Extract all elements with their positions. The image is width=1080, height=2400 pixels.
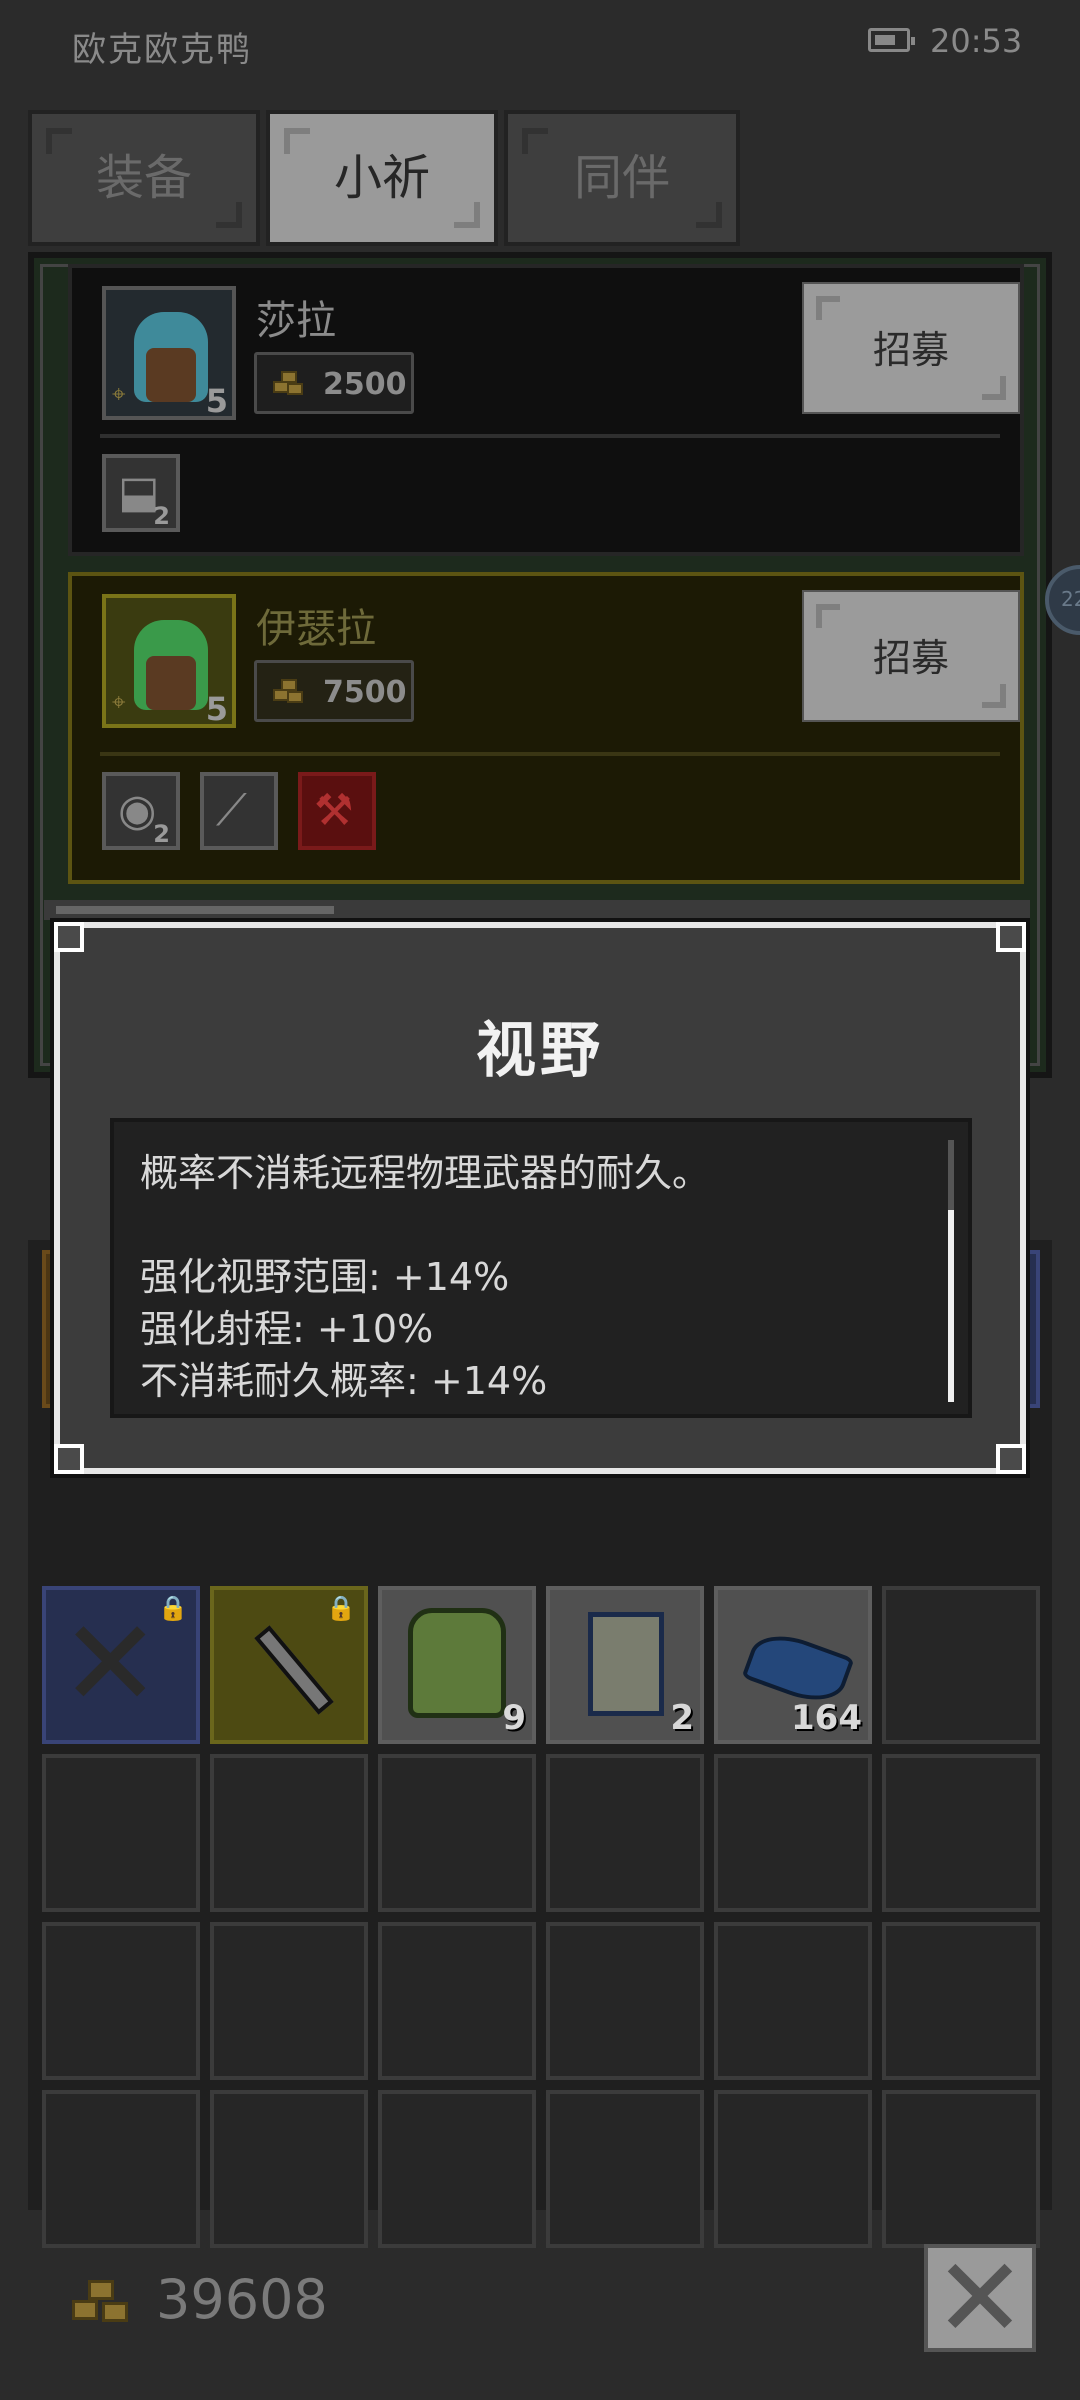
skill-description: 概率不消耗远程物理武器的耐久。 xyxy=(140,1151,711,1195)
recruit-button[interactable]: 招募 xyxy=(802,590,1020,722)
inventory-slot[interactable] xyxy=(882,1754,1040,1912)
dialog-scrollbar[interactable] xyxy=(948,1140,954,1402)
inventory-slot[interactable] xyxy=(714,2090,872,2248)
gold-icon xyxy=(72,2278,136,2328)
inventory-slot[interactable] xyxy=(210,2090,368,2248)
inventory-slot[interactable]: ✕ 🔒 xyxy=(42,1586,200,1744)
eye-skill-icon[interactable]: ◉ 2 xyxy=(102,772,180,850)
clock: 20:53 xyxy=(930,22,1023,60)
stat-line: 强化视野范围: +14% xyxy=(140,1255,510,1299)
companion-portrait[interactable]: ⌖ 5 xyxy=(102,286,236,420)
class-icon: ⌖ xyxy=(112,688,126,716)
recruit-cost: 7500 xyxy=(254,660,414,722)
inventory-slot[interactable]: 9 xyxy=(378,1586,536,1744)
inventory-slot[interactable] xyxy=(714,1922,872,2080)
inventory-slot[interactable]: 2 xyxy=(546,1586,704,1744)
dagger-icon xyxy=(254,1625,334,1715)
gold-amount: 39608 xyxy=(156,2268,328,2331)
crossed-swords-icon: ✕ xyxy=(60,1595,161,1734)
stat-line: 不消耗耐久概率: +14% xyxy=(140,1359,548,1403)
inventory-slot[interactable] xyxy=(42,1922,200,2080)
inventory-slot[interactable]: 164 xyxy=(714,1586,872,1744)
close-icon: ✕ xyxy=(933,2234,1027,2362)
status-bar: 欧克欧克鸭 20:53 xyxy=(0,0,1080,90)
lock-icon: 🔒 xyxy=(158,1594,188,1622)
recruit-button[interactable]: 招募 xyxy=(802,282,1020,414)
scroll-icon xyxy=(588,1612,664,1716)
bow-skill-icon[interactable]: ⬓ 2 xyxy=(102,454,180,532)
tab-label: 小祈 xyxy=(333,150,430,206)
companion-card: ⌖ 5 伊瑟拉 7500 招募 ◉ 2 ⟋ ⚒ xyxy=(68,572,1024,884)
inventory-slot[interactable] xyxy=(42,1754,200,1912)
inventory-slot[interactable] xyxy=(378,1754,536,1912)
inventory-slot[interactable] xyxy=(42,2090,200,2248)
stat-line: 强化射程: +10% xyxy=(140,1307,434,1351)
carrier-name: 欧克欧克鸭 xyxy=(72,30,252,70)
inventory-slot[interactable] xyxy=(378,2090,536,2248)
skill-detail-dialog: 视野 概率不消耗远程物理武器的耐久。 强化视野范围: +14% 强化射程: +1… xyxy=(54,922,1026,1474)
tab-label: 同伴 xyxy=(573,150,670,206)
inventory-slot[interactable] xyxy=(882,1922,1040,2080)
tab-label: 装备 xyxy=(95,150,192,206)
scrollbar-thumb[interactable] xyxy=(56,906,334,914)
inventory-slot[interactable] xyxy=(714,1754,872,1912)
companion-level: 5 xyxy=(205,690,228,728)
dialog-description-box[interactable]: 概率不消耗远程物理武器的耐久。 强化视野范围: +14% 强化射程: +10% … xyxy=(110,1118,972,1418)
inventory-slot[interactable] xyxy=(210,1922,368,2080)
companion-name: 莎拉 xyxy=(256,298,336,344)
class-icon: ⌖ xyxy=(112,380,126,408)
gold-icon xyxy=(273,679,307,707)
inventory-slot[interactable] xyxy=(882,2090,1040,2248)
game-screen: { "status_bar": { "carrier": "欧克欧克鸭", "t… xyxy=(0,0,1080,2400)
panel-scrollbar[interactable] xyxy=(44,900,1030,920)
companion-portrait[interactable]: ⌖ 5 xyxy=(102,594,236,728)
battery-icon xyxy=(868,28,915,52)
inventory-slot[interactable] xyxy=(210,1754,368,1912)
close-button[interactable]: ✕ xyxy=(924,2243,1036,2353)
companion-level: 5 xyxy=(205,382,228,420)
tab-prayer[interactable]: 小祈 xyxy=(266,110,498,246)
axe-skill-icon[interactable]: ⚒ xyxy=(298,772,376,850)
inventory-slot[interactable]: 🔒 xyxy=(210,1586,368,1744)
recruit-cost: 2500 xyxy=(254,352,414,414)
companion-name: 伊瑟拉 xyxy=(256,606,376,652)
frog-backpack-icon xyxy=(408,1608,506,1718)
inventory-slot[interactable] xyxy=(546,2090,704,2248)
tab-equipment[interactable]: 装备 xyxy=(28,110,260,246)
inventory-slot[interactable] xyxy=(546,1754,704,1912)
dialog-title: 视野 xyxy=(476,1016,604,1086)
tab-companions[interactable]: 同伴 xyxy=(504,110,740,246)
companion-card: ⌖ 5 莎拉 2500 招募 ⬓ 2 xyxy=(68,264,1024,556)
inventory-slot[interactable] xyxy=(546,1922,704,2080)
lock-icon: 🔒 xyxy=(326,1594,356,1622)
inventory-slot[interactable] xyxy=(378,1922,536,2080)
inventory-slot[interactable] xyxy=(882,1586,1040,1744)
gold-icon xyxy=(273,371,307,399)
scrollbar-thumb[interactable] xyxy=(948,1210,954,1402)
arrow-skill-icon[interactable]: ⟋ xyxy=(200,772,278,850)
